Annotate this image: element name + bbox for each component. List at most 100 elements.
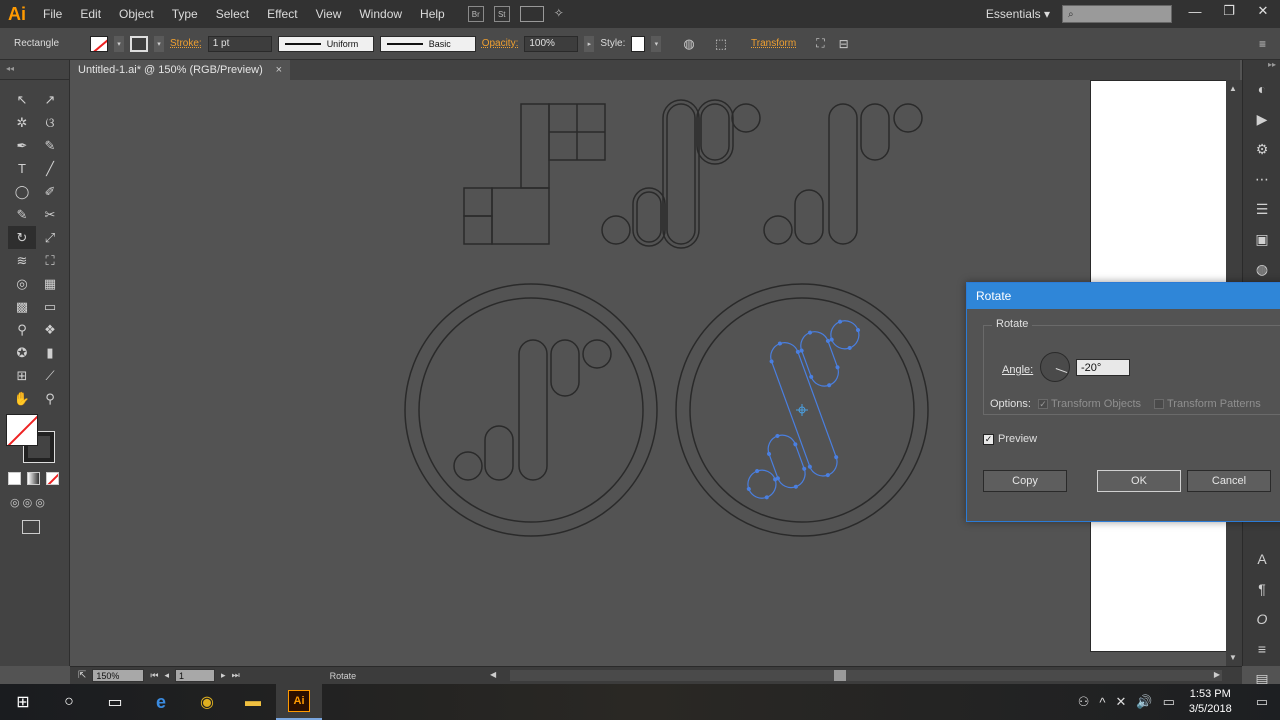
horizontal-scrollbar[interactable]: ◀ ▶ (490, 670, 1222, 681)
recolor-icon[interactable]: ◍ (683, 36, 694, 52)
mesh-tool[interactable]: ▩ (8, 295, 36, 318)
dock-collapse[interactable]: ▸▸ (1243, 60, 1280, 74)
menu-effect[interactable]: Effect (258, 0, 306, 28)
brushes-panel-icon[interactable]: ⋯ (1243, 164, 1280, 194)
scissors-tool[interactable]: ✂ (36, 203, 64, 226)
menu-object[interactable]: Object (110, 0, 163, 28)
angle-input[interactable]: -20° (1076, 359, 1130, 376)
bridge-icon[interactable]: Br (467, 6, 484, 22)
cortana-search-icon[interactable]: ○ (46, 684, 92, 720)
eyedropper-tool[interactable]: ⚲ (8, 318, 36, 341)
scroll-right-icon[interactable]: ▶ (1214, 670, 1220, 679)
isolate-icon[interactable]: ⛶ (816, 36, 824, 51)
stock-search-input[interactable]: ⌕ (1062, 5, 1172, 23)
zoom-field[interactable]: 150% (92, 669, 145, 682)
brush-definition[interactable]: Basic (379, 35, 476, 52)
direct-selection-tool[interactable]: ↗ (36, 88, 64, 111)
next-artboard-icon[interactable]: ▸ (221, 670, 226, 681)
clock[interactable]: 1:53 PM 3/5/2018 (1189, 687, 1232, 717)
artwork[interactable] (70, 80, 1090, 666)
rotate-preview-selection[interactable] (703, 314, 904, 504)
shape-builder-tool[interactable]: ◎ (8, 272, 36, 295)
action-center-icon[interactable]: ▭ (1256, 694, 1268, 710)
lasso-tool[interactable]: ଓ (36, 111, 64, 134)
opacity-dropdown-icon[interactable]: ▸ (584, 35, 595, 52)
illustrator-taskbar-button[interactable]: Ai (276, 684, 322, 720)
opacity-field[interactable]: 100% (524, 35, 579, 52)
layers-panel-icon[interactable]: ≡ (1243, 634, 1280, 664)
task-view-icon[interactable]: ▭ (92, 684, 138, 720)
stock-icon[interactable]: St (493, 6, 510, 22)
menu-type[interactable]: Type (163, 0, 207, 28)
rotation-origin-icon[interactable] (796, 404, 808, 416)
menu-select[interactable]: Select (207, 0, 258, 28)
artwork-capsule-logo-outlined[interactable] (601, 99, 761, 249)
free-transform-tool[interactable]: ⛶ (36, 249, 64, 272)
stroke-panel-icon[interactable]: ☰ (1243, 194, 1280, 224)
arrange-icon[interactable]: ⊟ (839, 37, 849, 51)
preview-option[interactable]: ✓ Preview (983, 433, 1037, 445)
arrange-documents-icon[interactable] (519, 6, 544, 22)
symbol-sprayer-tool[interactable]: ✪ (8, 341, 36, 364)
fill-color-box[interactable] (6, 414, 38, 446)
menu-help[interactable]: Help (411, 0, 454, 28)
selection-tool[interactable]: ↖ (8, 88, 36, 111)
menu-view[interactable]: View (307, 0, 351, 28)
transform-link[interactable]: Transform (751, 38, 796, 49)
blend-tool[interactable]: ❖ (36, 318, 64, 341)
opentype-panel-icon[interactable]: O (1243, 604, 1280, 634)
transform-patterns-checkbox[interactable] (1154, 399, 1164, 409)
zoom-tool[interactable]: ⚲ (36, 387, 64, 410)
toolbar-collapse[interactable]: ◂◂ (0, 60, 69, 80)
close-tab-icon[interactable]: × (276, 64, 282, 76)
scroll-down-icon[interactable]: ▼ (1229, 653, 1237, 662)
draw-mode-icon[interactable]: ◎ ◎ ◎ (10, 496, 45, 509)
rotate-tool[interactable]: ↻ (8, 226, 36, 249)
workspace-switcher[interactable]: Essentials ▾ (986, 0, 1050, 28)
variable-width-profile[interactable]: Uniform (277, 35, 374, 52)
menu-file[interactable]: File (34, 0, 71, 28)
style-swatch[interactable] (631, 35, 646, 52)
gradient-panel-icon[interactable]: ▣ (1243, 224, 1280, 254)
character-panel-icon[interactable]: A (1243, 544, 1280, 574)
artwork-block-logo[interactable] (463, 103, 606, 245)
document-tab[interactable]: Untitled-1.ai* @ 150% (RGB/Preview) × (70, 60, 290, 80)
paintbrush-tool[interactable]: ✐ (36, 180, 64, 203)
copy-button[interactable]: Copy (983, 470, 1067, 492)
people-icon[interactable]: ⚇ (1078, 694, 1090, 710)
color-mode-button[interactable] (8, 472, 21, 485)
volume-icon[interactable]: 🔊 (1136, 694, 1152, 710)
gpu-performance-icon[interactable]: ✧ (554, 6, 570, 22)
width-tool[interactable]: ≋ (8, 249, 36, 272)
column-graph-tool[interactable]: ▮ (36, 341, 64, 364)
none-mode-button[interactable] (46, 472, 59, 485)
show-hidden-icons[interactable]: ^ (1099, 695, 1105, 710)
transform-objects-option[interactable]: ✓ Transform Objects (1038, 398, 1141, 410)
swatches-panel-icon[interactable]: ⚙ (1243, 134, 1280, 164)
first-artboard-icon[interactable]: ⏮ (150, 670, 158, 681)
slice-tool[interactable]: ⟋ (36, 364, 64, 387)
start-icon[interactable]: ⊞ (0, 684, 46, 720)
artwork-capsule-logo[interactable] (763, 103, 923, 245)
ellipse-tool[interactable]: ◯ (8, 180, 36, 203)
file-explorer-icon[interactable]: ▬ (230, 684, 276, 720)
transform-patterns-option[interactable]: Transform Patterns (1154, 398, 1261, 410)
style-dropdown-icon[interactable]: ▾ (651, 35, 662, 52)
prev-artboard-icon[interactable]: ◂ (165, 670, 170, 681)
artboard-tool[interactable]: ⊞ (8, 364, 36, 387)
hand-tool[interactable]: ✋ (8, 387, 36, 410)
opacity-label[interactable]: Opacity: (482, 38, 519, 49)
angle-dial[interactable] (1040, 352, 1070, 382)
transparency-panel-icon[interactable]: ◍ (1243, 254, 1280, 284)
scale-tool[interactable]: ⤢ (36, 226, 64, 249)
type-tool[interactable]: T (8, 157, 36, 180)
gradient-mode-button[interactable] (27, 472, 40, 485)
artboard-number-field[interactable]: 1 (175, 669, 216, 682)
horizontal-scroll-thumb[interactable] (834, 670, 846, 681)
pen-tool[interactable]: ✒ (8, 134, 36, 157)
shaper-tool[interactable]: ✎ (8, 203, 36, 226)
chrome-icon[interactable]: ◉ (184, 684, 230, 720)
cancel-button[interactable]: Cancel (1187, 470, 1271, 492)
align-icon[interactable]: ⬚ (715, 36, 727, 52)
stroke-dropdown-icon[interactable]: ▾ (154, 35, 164, 52)
